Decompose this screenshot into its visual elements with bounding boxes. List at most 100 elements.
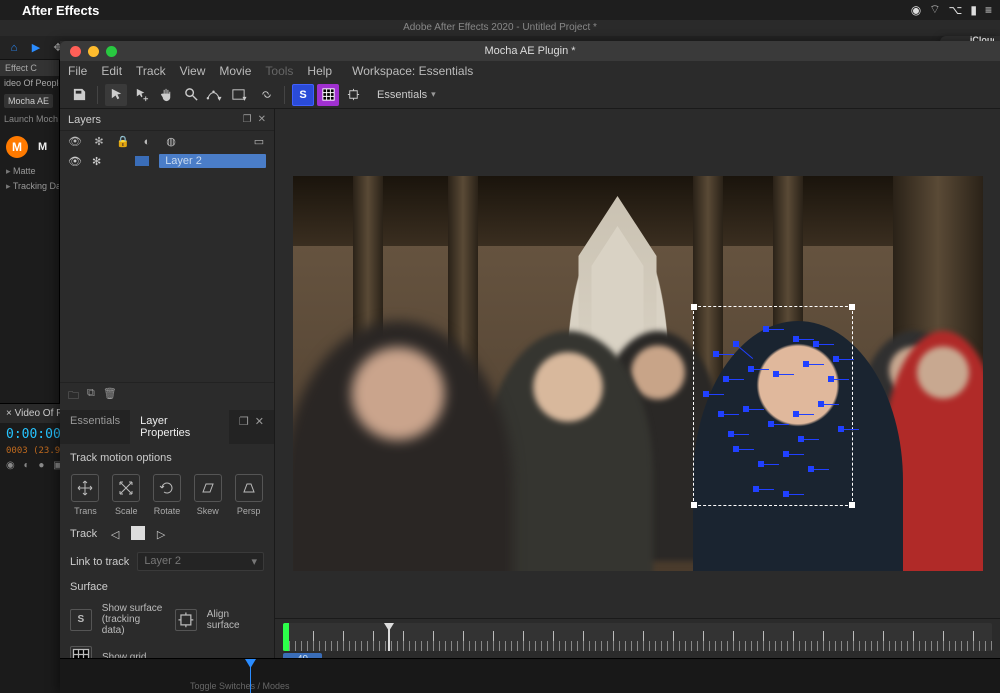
tab-essentials[interactable]: Essentials xyxy=(60,410,130,444)
props-close-icon[interactable]: ✕ xyxy=(255,415,264,439)
matte-column-icon[interactable]: ◐ xyxy=(140,136,154,148)
opt-rotate[interactable]: Rotate xyxy=(152,474,183,516)
surface-title: Surface xyxy=(70,581,264,593)
pointer-tool-icon[interactable] xyxy=(105,84,127,106)
zoom-tool-icon[interactable] xyxy=(180,84,202,106)
tab-layer-properties[interactable]: Layer Properties xyxy=(130,410,229,444)
layer-color-swatch[interactable] xyxy=(135,156,149,166)
mac-status-icons: ◉ ⌔ ⌥ ▮ ≡ xyxy=(911,2,992,17)
layers-panel-header: Layers ❐ ✕ xyxy=(60,109,274,131)
align-surface-label: Align surface xyxy=(207,609,264,631)
duplicate-layer-icon[interactable]: ⧉ xyxy=(87,387,95,406)
panel-undock-icon[interactable]: ❐ xyxy=(243,114,252,125)
bluetooth-icon[interactable]: ⌥ xyxy=(949,3,963,17)
track-forward-icon[interactable]: ▷ xyxy=(153,526,169,542)
show-surface-toggle-icon[interactable]: S xyxy=(70,609,92,631)
opt-rotate-label: Rotate xyxy=(154,506,181,516)
attach-layer-icon[interactable] xyxy=(255,84,277,106)
home-icon[interactable]: ⌂ xyxy=(6,40,22,56)
menu-track[interactable]: Track xyxy=(136,64,166,78)
track-stop-icon[interactable] xyxy=(131,526,145,540)
link-to-track-dropdown[interactable]: Layer 2▾ xyxy=(137,552,264,571)
expand-surface-icon[interactable] xyxy=(342,84,364,106)
layer-properties-panel: Track motion options Trans Scale Rotate … xyxy=(60,444,274,693)
menu-help[interactable]: Help xyxy=(307,64,332,78)
layers-list: 👁 ✻ Layer 2 xyxy=(60,152,274,382)
effect-controls-tab[interactable]: Effect C xyxy=(0,60,59,76)
toggle-switches-label[interactable]: Toggle Switches / Modes xyxy=(190,681,290,691)
layer-eye-icon[interactable]: 👁 xyxy=(68,155,82,168)
track-backward-icon[interactable]: ◁ xyxy=(107,526,123,542)
menu-tools[interactable]: Tools xyxy=(265,64,293,78)
mocha-ae-tab[interactable]: Mocha AE xyxy=(4,94,53,108)
minimize-window-icon[interactable] xyxy=(88,46,99,57)
opt-persp-label: Persp xyxy=(237,506,261,516)
rect-tool-icon[interactable]: ▾ xyxy=(230,84,252,106)
mocha-title: Mocha AE Plugin * xyxy=(60,45,1000,57)
eye-column-icon[interactable]: 👁 xyxy=(68,135,82,148)
menu-icon[interactable]: ≡ xyxy=(985,3,992,17)
menu-workspace[interactable]: Workspace: Essentials xyxy=(352,64,473,78)
hand-tool-icon[interactable] xyxy=(155,84,177,106)
toolbar-workspace-dropdown[interactable]: Essentials xyxy=(377,89,436,101)
link-label: Link to track xyxy=(70,556,129,568)
mocha-logo-label: M xyxy=(38,141,47,153)
track-controls-row: Track ◁ ▷ xyxy=(70,526,264,542)
opt-translation[interactable]: Trans xyxy=(70,474,101,516)
gear-column-icon[interactable]: ✻ xyxy=(92,135,106,148)
app-name[interactable]: After Effects xyxy=(22,3,99,18)
opt-perspective[interactable]: Persp xyxy=(233,474,264,516)
menu-movie[interactable]: Movie xyxy=(219,64,251,78)
wifi-icon[interactable]: ⌔ xyxy=(929,2,940,17)
mocha-titlebar[interactable]: Mocha AE Plugin * xyxy=(60,41,1000,61)
menu-edit[interactable]: Edit xyxy=(101,64,122,78)
ae-playhead[interactable] xyxy=(250,659,251,693)
show-surface-label: Show surface(tracking data) xyxy=(102,603,165,636)
playhead[interactable] xyxy=(388,623,390,651)
zoom-window-icon[interactable] xyxy=(106,46,117,57)
viewer-canvas[interactable]: .feat:nth-child(1):after{transform:rotat… xyxy=(293,176,983,571)
toolbar-workspace-label: Essentials xyxy=(377,89,427,101)
cog-column-icon[interactable]: ◍ xyxy=(164,135,178,148)
tree-tracking-data[interactable]: Tracking Data xyxy=(0,179,59,194)
project-item[interactable]: ideo Of People Wa xyxy=(0,76,59,90)
launch-mocha-label[interactable]: Launch Moch xyxy=(0,112,59,126)
link-to-track-row: Link to track Layer 2▾ xyxy=(70,552,264,571)
timeline-ruler[interactable] xyxy=(283,623,992,651)
mocha-window: Mocha AE Plugin * File Edit Track View M… xyxy=(60,41,1000,693)
lock-column-icon[interactable]: 🔒 xyxy=(116,135,130,148)
battery-icon[interactable]: ▮ xyxy=(970,3,977,17)
menu-view[interactable]: View xyxy=(180,64,206,78)
ae-timeline-footer: Toggle Switches / Modes xyxy=(60,658,1000,693)
props-tabs: Essentials Layer Properties ❐✕ xyxy=(60,410,274,444)
in-point-marker[interactable] xyxy=(283,623,289,651)
mocha-logo-icon[interactable] xyxy=(6,136,28,158)
group-layers-icon[interactable]: 🗀 xyxy=(68,387,79,406)
panel-close-icon[interactable]: ✕ xyxy=(258,114,266,125)
opt-scale[interactable]: Scale xyxy=(111,474,142,516)
link-value: Layer 2 xyxy=(144,555,181,568)
menu-file[interactable]: File xyxy=(68,64,87,78)
layers-title: Layers xyxy=(68,114,101,126)
record-icon[interactable]: ◉ xyxy=(911,3,921,17)
show-planar-surface-icon[interactable]: S xyxy=(292,84,314,106)
selection-tool-icon[interactable]: ▶ xyxy=(28,40,44,56)
close-window-icon[interactable] xyxy=(70,46,81,57)
xspline-tool-icon[interactable]: ▾ xyxy=(205,84,227,106)
delete-layer-icon[interactable]: 🗑 xyxy=(103,387,117,406)
layer-name[interactable]: Layer 2 xyxy=(159,154,266,168)
opt-skew[interactable]: Skew xyxy=(192,474,223,516)
props-undock-icon[interactable]: ❐ xyxy=(239,415,249,439)
tree-matte[interactable]: Matte xyxy=(0,164,59,179)
layer-row[interactable]: 👁 ✻ Layer 2 xyxy=(60,152,274,170)
track-label: Track xyxy=(70,528,97,540)
show-planar-grid-icon[interactable] xyxy=(317,84,339,106)
align-surface-icon[interactable] xyxy=(175,609,197,631)
layer-gear-icon[interactable]: ✻ xyxy=(92,155,101,168)
layers-menu-icon[interactable]: ▭ xyxy=(252,135,266,148)
tracking-search-region[interactable] xyxy=(693,306,853,506)
save-icon[interactable] xyxy=(68,84,90,106)
add-point-tool-icon[interactable] xyxy=(130,84,152,106)
motion-options-title: Track motion options xyxy=(70,452,264,464)
mocha-side-panel: Layers ❐✕ 👁 ✻ 🔒 ◐ ◍ ▭ 👁 ✻ Layer 2 xyxy=(60,109,275,693)
